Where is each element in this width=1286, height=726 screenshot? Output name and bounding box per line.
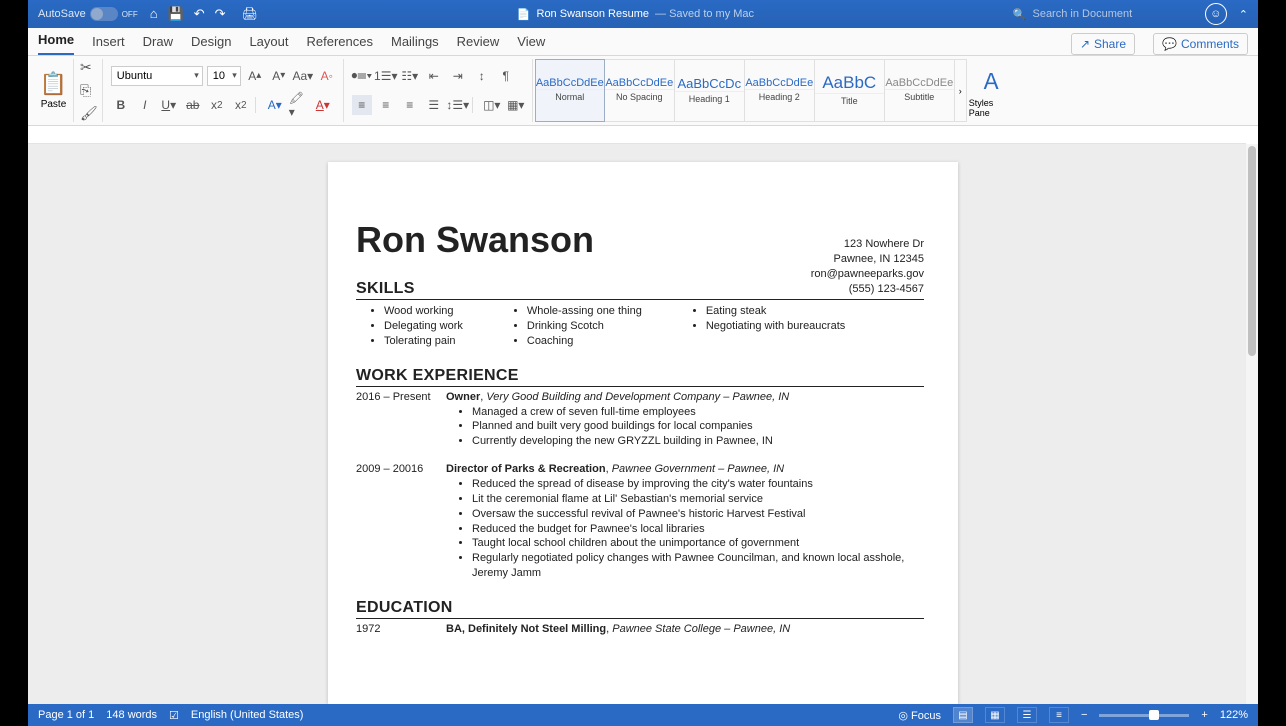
style-title[interactable]: AaBbCTitle [815,59,885,122]
align-justify-icon[interactable]: ☰ [424,95,444,115]
cut-icon[interactable]: ✂ [80,59,98,76]
align-center-icon[interactable]: ≡ [376,95,396,115]
job-entry: 2016 – Present Owner, Very Good Building… [356,387,924,450]
skills-columns: Wood workingDelegating workTolerating pa… [356,300,924,349]
save-icon[interactable]: 💾 [168,6,184,22]
tab-draw[interactable]: Draw [143,30,173,55]
font-color-icon[interactable]: A▾ [313,95,333,115]
style-normal[interactable]: AaBbCcDdEeNormal [535,59,605,122]
spellcheck-icon[interactable]: ☑ [169,709,179,722]
redo-icon[interactable]: ↷ [215,6,226,22]
numbering-icon[interactable]: 1☰▾ [376,66,396,86]
increase-font-icon[interactable]: A▴ [245,66,265,86]
tab-references[interactable]: References [307,30,373,55]
share-button[interactable]: ↗Share [1071,33,1135,55]
align-left-icon[interactable]: ≡ [352,95,372,115]
paragraph-marks-icon[interactable]: ¶ [496,66,516,86]
decrease-font-icon[interactable]: A▾ [269,66,289,86]
word-count[interactable]: 148 words [106,709,157,721]
document-area: ↓ 123 Nowhere Dr Pawnee, IN 12345 ron@pa… [28,144,1258,704]
clear-format-icon[interactable]: A◦ [317,66,337,86]
bullets-icon[interactable]: ⦁☰▾ [352,66,372,86]
ribbon: 📋 Paste ✂ ⎘ 🖌 Ubuntu 10 A▴ A▾ Aa▾ A◦ B [28,56,1258,126]
style-heading-2[interactable]: AaBbCcDdEeHeading 2 [745,59,815,122]
zoom-in-button[interactable]: + [1201,709,1207,721]
ribbon-chevron-icon[interactable]: ⌃ [1239,8,1248,21]
page-indicator[interactable]: Page 1 of 1 [38,709,94,721]
autosave-toggle[interactable]: AutoSave OFF [38,7,138,21]
increase-indent-icon[interactable]: ⇥ [448,66,468,86]
subscript-button[interactable]: x2 [207,95,227,115]
outline-view-icon[interactable]: ☰ [1017,707,1037,723]
document-page[interactable]: 123 Nowhere Dr Pawnee, IN 12345 ron@pawn… [328,162,958,704]
tab-review[interactable]: Review [457,30,500,55]
zoom-out-button[interactable]: − [1081,709,1087,721]
bold-button[interactable]: B [111,95,131,115]
styles-pane-label: Styles Pane [969,98,1014,118]
tab-home[interactable]: Home [38,28,74,55]
zoom-level[interactable]: 122% [1220,709,1248,721]
doc-icon: 📄 [517,8,531,21]
text-effects-icon[interactable]: A▾ [265,95,285,115]
doc-title: Ron Swanson Resume [537,8,650,20]
underline-button[interactable]: U▾ [159,95,179,115]
zoom-slider[interactable] [1099,714,1189,717]
title-bar: AutoSave OFF ⌂ 💾 ↶ ↷ 🖨 📄 Ron Swanson Res… [28,0,1258,28]
search-box[interactable]: 🔍 Search in Document [1013,8,1193,21]
print-icon[interactable]: 🖨 [242,6,259,22]
line-spacing-icon[interactable]: ↕☰▾ [448,95,468,115]
status-bar: Page 1 of 1 148 words ☑ English (United … [28,704,1258,726]
tab-view[interactable]: View [517,30,545,55]
copy-icon[interactable]: ⎘ [80,82,98,99]
tab-design[interactable]: Design [191,30,231,55]
font-size-select[interactable]: 10 [207,66,241,86]
home-icon[interactable]: ⌂ [150,6,158,22]
decrease-indent-icon[interactable]: ⇤ [424,66,444,86]
borders-icon[interactable]: ▦▾ [506,95,526,115]
ribbon-tabs: Home Insert Draw Design Layout Reference… [28,28,1258,56]
education-heading: EDUCATION [356,599,924,619]
save-status: — Saved to my Mac [655,8,754,20]
style-no-spacing[interactable]: AaBbCcDdEeNo Spacing [605,59,675,122]
focus-mode-button[interactable]: ◎ Focus [898,709,941,722]
change-case-icon[interactable]: Aa▾ [293,66,313,86]
multilevel-icon[interactable]: ☷▾ [400,66,420,86]
work-heading: WORK EXPERIENCE [356,367,924,387]
comment-icon: 💬 [1162,37,1177,51]
web-layout-view-icon[interactable]: ▦ [985,707,1005,723]
autosave-switch-icon [90,7,118,21]
share-icon: ↗ [1080,37,1090,51]
format-painter-icon[interactable]: 🖌 [80,105,98,122]
language-indicator[interactable]: English (United States) [191,709,304,721]
style-subtitle[interactable]: AaBbCcDdEeSubtitle [885,59,955,122]
style-heading-1[interactable]: AaBbCcDcHeading 1 [675,59,745,122]
highlight-icon[interactable]: 🖍▾ [289,95,309,115]
styles-pane-icon[interactable]: Ａ [980,64,1002,96]
education-entry: 1972 BA, Definitely Not Steel Milling, P… [356,619,924,635]
align-right-icon[interactable]: ≡ [400,95,420,115]
italic-button[interactable]: I [135,95,155,115]
styles-expand-icon[interactable]: › [955,59,967,122]
undo-icon[interactable]: ↶ [194,6,205,22]
styles-gallery: AaBbCcDdEeNormal AaBbCcDdEeNo Spacing Aa… [535,59,967,122]
horizontal-ruler[interactable] [28,126,1246,144]
comments-button[interactable]: 💬Comments [1153,33,1248,55]
sort-icon[interactable]: ↕ [472,66,492,86]
tab-layout[interactable]: Layout [249,30,288,55]
paste-icon[interactable]: 📋 [40,71,67,97]
superscript-button[interactable]: x2 [231,95,251,115]
print-layout-view-icon[interactable]: ▤ [953,707,973,723]
vertical-scrollbar[interactable] [1246,144,1258,704]
job-entry: 2009 – 20016 Director of Parks & Recreat… [356,459,924,581]
tab-insert[interactable]: Insert [92,30,125,55]
user-account-icon[interactable]: ☺ [1205,3,1227,25]
shading-icon[interactable]: ◫▾ [482,95,502,115]
font-name-select[interactable]: Ubuntu [111,66,203,86]
tab-mailings[interactable]: Mailings [391,30,439,55]
contact-block: 123 Nowhere Dr Pawnee, IN 12345 ron@pawn… [811,237,924,296]
search-icon: 🔍 [1013,8,1027,21]
draft-view-icon[interactable]: ≡ [1049,707,1069,723]
strikethrough-button[interactable]: ab [183,95,203,115]
paste-label: Paste [41,99,67,110]
